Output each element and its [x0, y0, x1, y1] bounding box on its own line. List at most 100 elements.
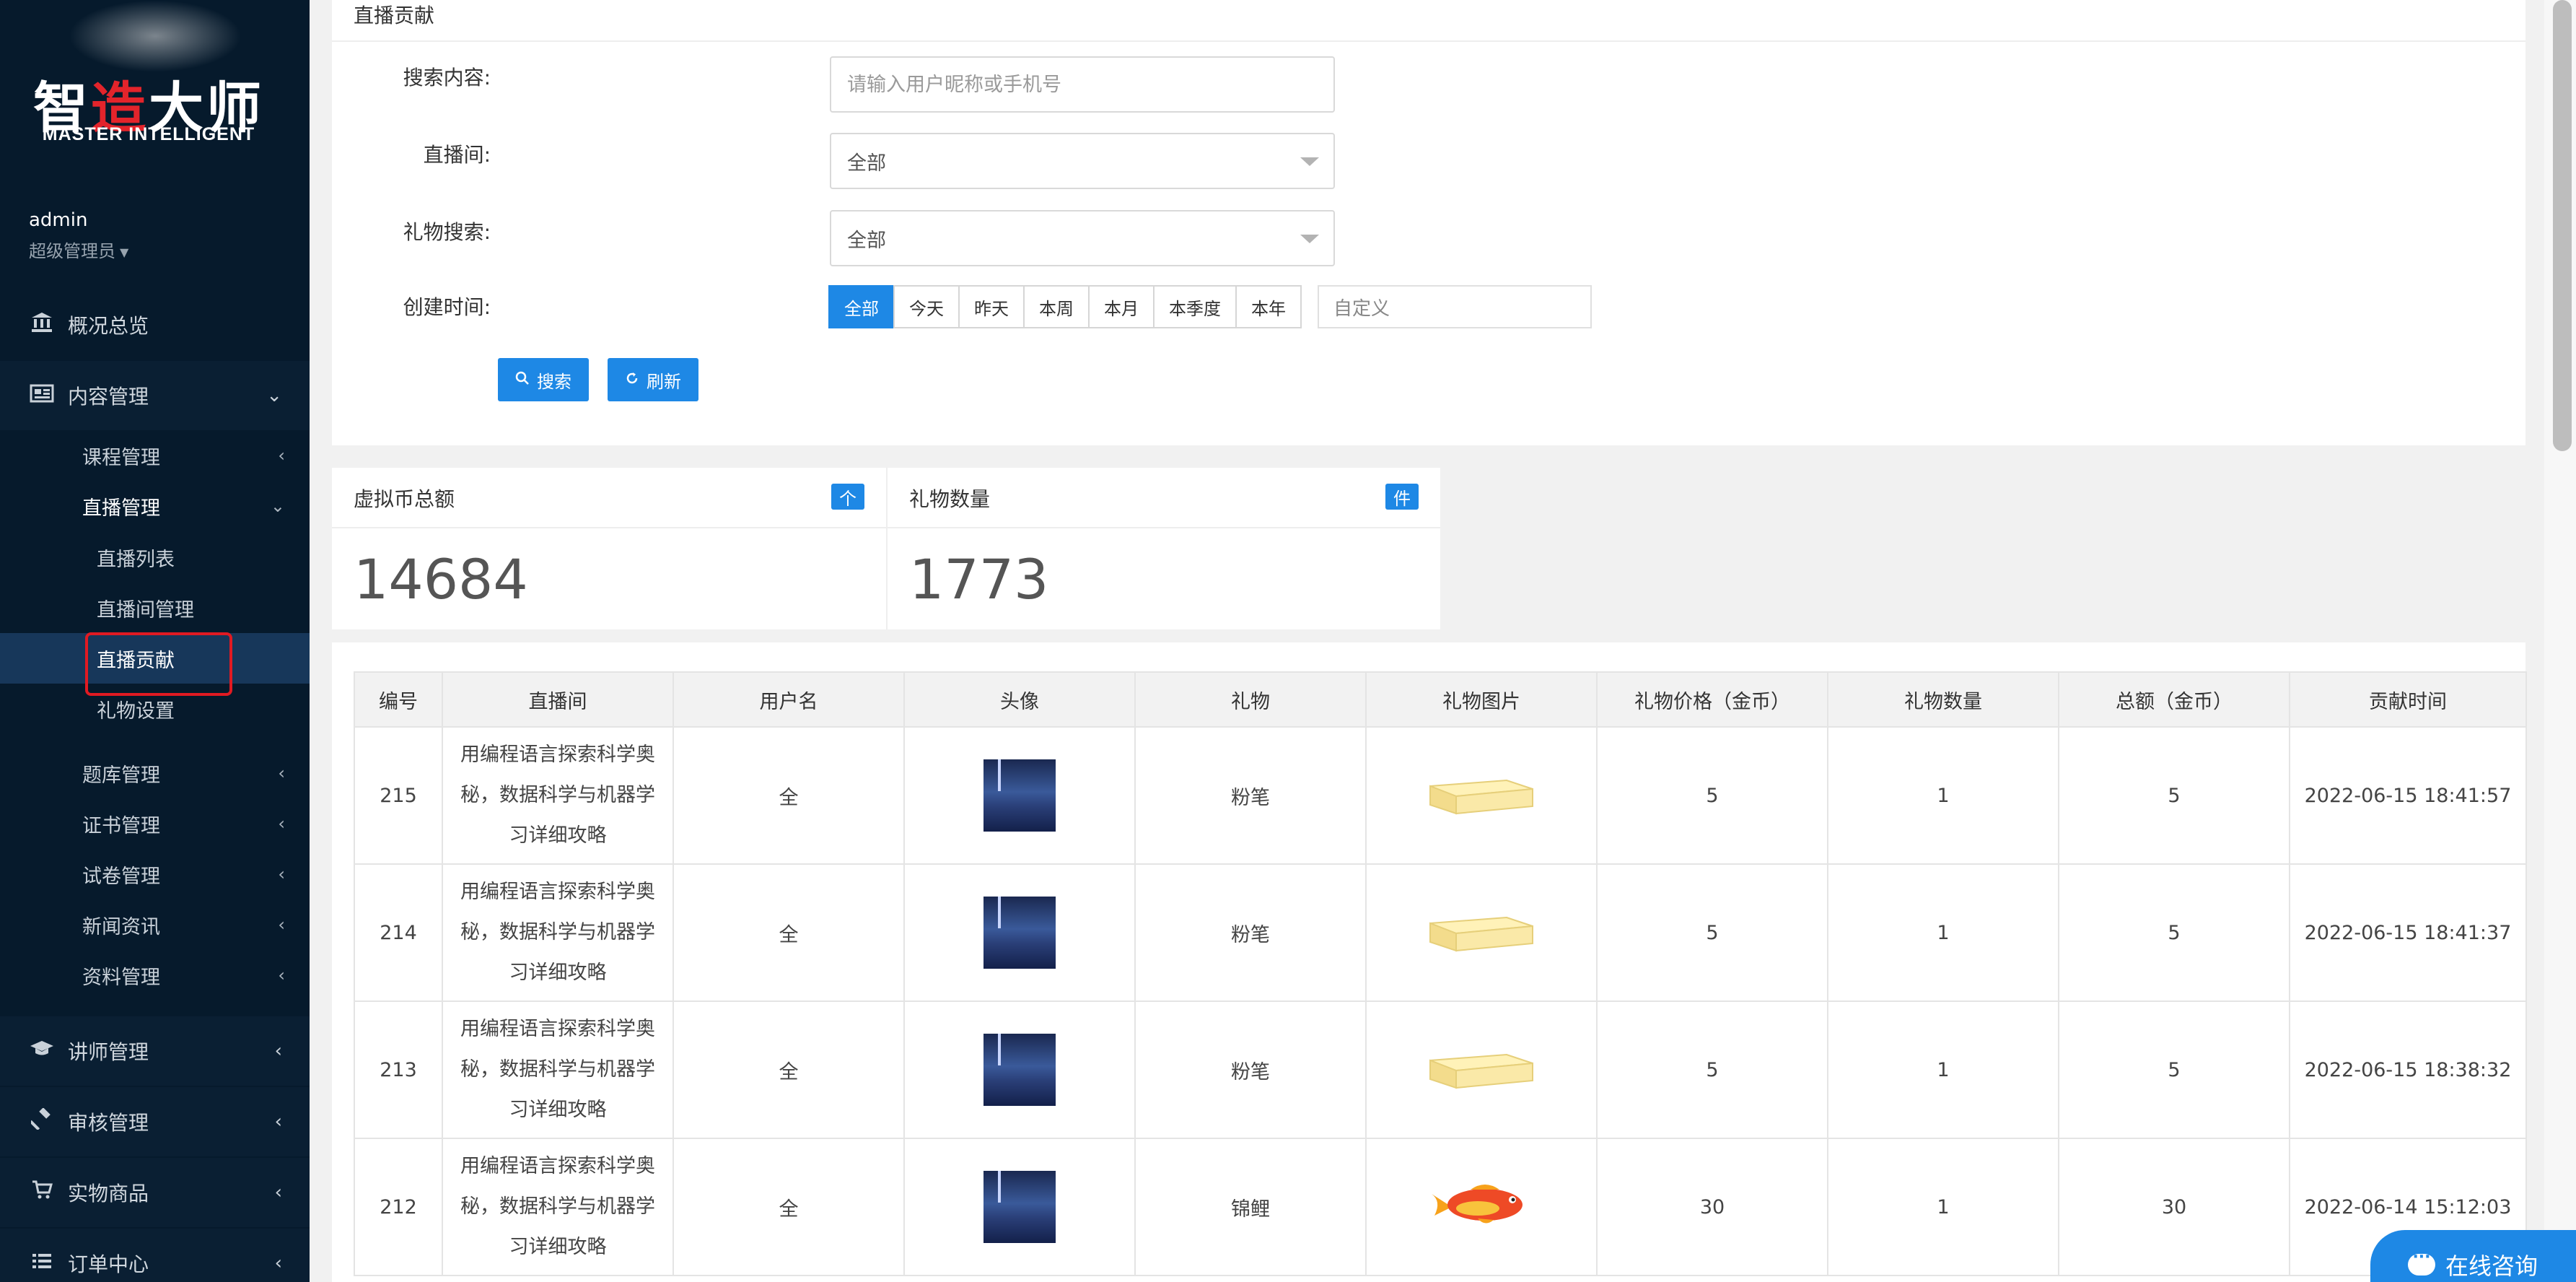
cell-user: 全 [673, 726, 905, 865]
brand-logo: 智造大师 MASTER INTELLIGENT [0, 0, 310, 166]
column-header: 礼物价格（金币） [1596, 671, 1828, 728]
chevron-left-icon: ‹ [274, 1111, 282, 1133]
sidebar-item-live-list[interactable]: 直播列表 [0, 532, 310, 583]
chevron-left-icon: ‹ [278, 814, 285, 834]
cell-gift: 粉笔 [1134, 1000, 1367, 1139]
sidebar-item-certificate[interactable]: 证书管理 ‹ [0, 798, 310, 849]
bank-icon [27, 311, 56, 339]
logo-blur [69, 0, 242, 72]
cell-qty: 1 [1827, 1138, 2059, 1276]
cell-room: 用编程语言探索科学奥秘，数据科学与机器学习详细攻略 [442, 726, 674, 865]
chevron-down-icon: ⌄ [270, 496, 285, 516]
stat-value: 14684 [354, 547, 528, 611]
cell-time: 2022-06-15 18:38:32 [2289, 1000, 2527, 1139]
cell-total: 30 [2058, 1138, 2290, 1276]
sidebar-item-order[interactable]: 订单中心 ‹ [0, 1229, 310, 1282]
time-option-month[interactable]: 本月 [1088, 285, 1155, 328]
cell-total: 5 [2058, 863, 2290, 1002]
stat-badge: 件 [1385, 484, 1419, 510]
cell-gift: 粉笔 [1134, 863, 1367, 1002]
column-header: 礼物数量 [1827, 671, 2059, 728]
chevron-left-icon: ‹ [278, 864, 285, 884]
column-header: 头像 [903, 671, 1136, 728]
chevron-left-icon: ‹ [278, 445, 285, 466]
sidebar-item-course[interactable]: 课程管理 ‹ [0, 430, 310, 481]
sidebar-item-product[interactable]: 实物商品 ‹ [0, 1158, 310, 1227]
time-option-yesterday[interactable]: 昨天 [958, 285, 1025, 328]
cell-id: 215 [354, 726, 443, 865]
list-icon [27, 1251, 56, 1276]
refresh-button[interactable]: 刷新 [608, 358, 698, 401]
stats-panel: 虚拟币总额 个 14684 礼物数量 件 1773 [332, 468, 1440, 629]
sidebar-item-news[interactable]: 新闻资讯 ‹ [0, 899, 310, 950]
column-header: 总额（金币） [2058, 671, 2290, 728]
online-consult-button[interactable]: 在线咨询 [2370, 1230, 2576, 1282]
chevron-left-icon: ‹ [274, 1182, 282, 1203]
caret-down-icon: ▼ [120, 245, 129, 259]
stat-card-gifts: 礼物数量 件 1773 [886, 468, 1440, 629]
table-row: 214 用编程语言探索科学奥秘，数据科学与机器学习详细攻略 全 粉笔 5 1 5… [354, 863, 2527, 1002]
sidebar-item-material[interactable]: 资料管理 ‹ [0, 950, 310, 1000]
page-scrollbar[interactable] [2544, 0, 2576, 1282]
stat-value: 1773 [909, 547, 1049, 611]
gift-search-label: 礼物搜索: [403, 220, 491, 244]
cell-avatar [903, 1000, 1136, 1139]
cell-price: 30 [1596, 1138, 1828, 1276]
time-option-quarter[interactable]: 本季度 [1153, 285, 1237, 328]
sidebar-item-live-room[interactable]: 直播间管理 [0, 583, 310, 633]
chalk-gift-image [1427, 1046, 1535, 1094]
cell-user: 全 [673, 863, 905, 1002]
table-panel: 编号 直播间 用户名 头像 礼物 礼物图片 礼物价格（金币） 礼物数量 总额（金… [332, 642, 2527, 1282]
cell-gift: 粉笔 [1134, 726, 1367, 865]
cell-time: 2022-06-15 18:41:37 [2289, 863, 2527, 1002]
custom-date-input[interactable]: 自定义 [1318, 285, 1592, 328]
cell-room: 用编程语言探索科学奥秘，数据科学与机器学习详细攻略 [442, 1138, 674, 1276]
time-option-all[interactable]: 全部 [828, 285, 895, 328]
sidebar-item-content[interactable]: 内容管理 ⌄ [0, 361, 310, 430]
column-header: 编号 [354, 671, 443, 728]
divider [332, 527, 886, 528]
graduation-cap-icon [27, 1039, 56, 1064]
avatar [983, 759, 1056, 832]
table-row: 212 用编程语言探索科学奥秘，数据科学与机器学习详细攻略 全 锦鲤 30 1 … [354, 1138, 2527, 1276]
divider [332, 40, 2525, 42]
chevron-left-icon: ‹ [274, 1040, 282, 1062]
scrollbar-thumb[interactable] [2553, 0, 2572, 451]
cell-avatar [903, 1138, 1136, 1276]
cell-total: 5 [2058, 1000, 2290, 1139]
time-option-today[interactable]: 今天 [893, 285, 960, 328]
caret-down-icon [1300, 157, 1319, 166]
column-header: 贡献时间 [2289, 671, 2527, 728]
page-title: 直播贡献 [354, 4, 435, 27]
avatar [983, 1034, 1056, 1106]
time-option-week[interactable]: 本周 [1023, 285, 1090, 328]
cell-gift-image [1365, 1000, 1598, 1139]
avatar [983, 897, 1056, 969]
create-time-label: 创建时间: [403, 295, 491, 319]
gavel-icon [27, 1107, 56, 1135]
chevron-left-icon: ‹ [274, 1252, 282, 1274]
sidebar-item-exam-paper[interactable]: 试卷管理 ‹ [0, 849, 310, 899]
cell-avatar [903, 863, 1136, 1002]
room-select[interactable]: 全部 [830, 133, 1335, 189]
user-role-dropdown[interactable]: 超级管理员 ▼ [29, 237, 128, 262]
sidebar-item-live[interactable]: 直播管理 ⌄ [0, 481, 310, 531]
chat-bubble-icon [2408, 1248, 2435, 1276]
column-header: 直播间 [442, 671, 674, 728]
sidebar-item-teacher[interactable]: 讲师管理 ‹ [0, 1016, 310, 1086]
cell-price: 5 [1596, 726, 1828, 865]
search-input[interactable] [830, 56, 1335, 113]
time-option-year[interactable]: 本年 [1235, 285, 1302, 328]
search-icon [515, 370, 530, 390]
cell-avatar [903, 726, 1136, 865]
chevron-left-icon: ‹ [278, 965, 285, 985]
sidebar-item-audit[interactable]: 审核管理 ‹ [0, 1087, 310, 1156]
sidebar-item-overview[interactable]: 概况总览 [0, 290, 310, 359]
search-content-label: 搜索内容: [403, 66, 491, 90]
sidebar-item-gift-setting[interactable]: 礼物设置 [0, 684, 310, 734]
sidebar-item-question-bank[interactable]: 题库管理 ‹ [0, 748, 310, 798]
search-button[interactable]: 搜索 [498, 358, 589, 401]
divider [888, 527, 1440, 528]
gift-select[interactable]: 全部 [830, 210, 1335, 266]
cell-room: 用编程语言探索科学奥秘，数据科学与机器学习详细攻略 [442, 863, 674, 1002]
